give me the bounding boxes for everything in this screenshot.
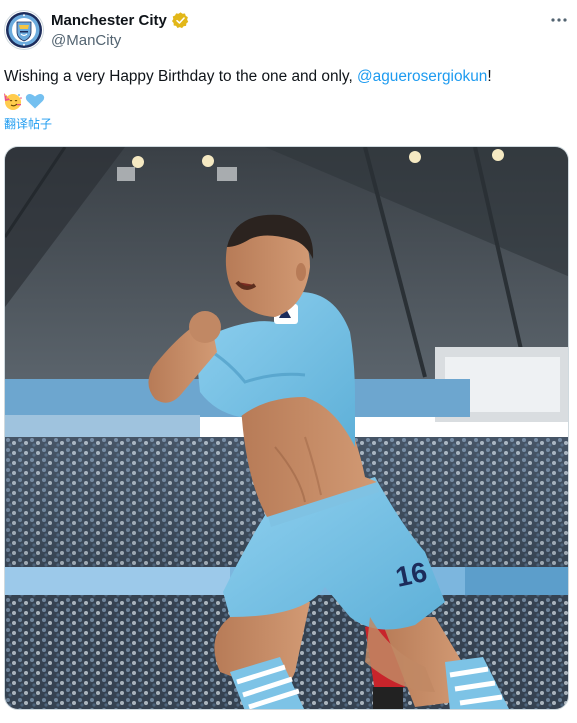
avatar[interactable] bbox=[4, 10, 44, 50]
light-blue-heart-emoji bbox=[25, 93, 45, 109]
tweet-card: Manchester City @ManCity Wishing a very … bbox=[0, 0, 577, 723]
emoji-row bbox=[3, 90, 45, 112]
display-name[interactable]: Manchester City bbox=[51, 12, 167, 30]
shirt-number: 16 bbox=[393, 556, 430, 593]
tweet-text-end: ! bbox=[487, 68, 492, 85]
author-handle[interactable]: @ManCity bbox=[51, 32, 121, 50]
tweet-text-body: Wishing a very Happy Birthday to the one… bbox=[4, 68, 358, 85]
partying-face-emoji bbox=[4, 93, 22, 110]
gold-verified-badge-icon[interactable] bbox=[172, 12, 189, 29]
more-options-button[interactable] bbox=[548, 10, 570, 30]
man-city-crest-icon bbox=[6, 12, 42, 48]
tweet-media[interactable]: 16 bbox=[4, 146, 569, 710]
tweet-text: Wishing a very Happy Birthday to the one… bbox=[4, 67, 492, 87]
translate-post-link[interactable]: 翻译帖子 bbox=[4, 116, 52, 132]
mention-link[interactable]: @aguerosergiokun bbox=[357, 68, 487, 85]
more-options-icon bbox=[551, 18, 567, 22]
celebrating-player-photo: 16 bbox=[5, 147, 568, 709]
